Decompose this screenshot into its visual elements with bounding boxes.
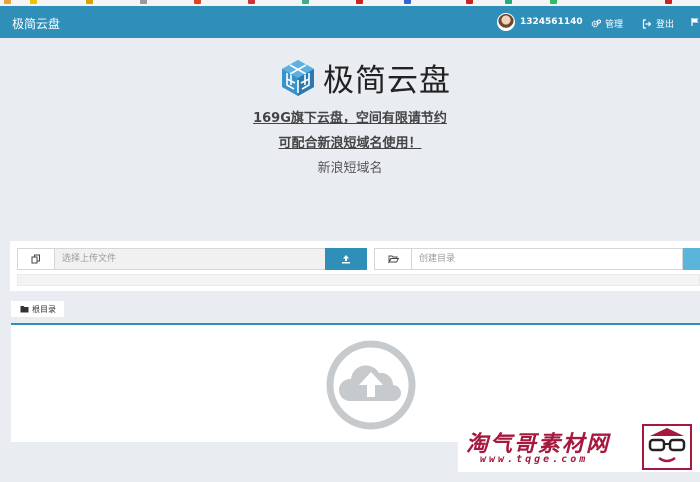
username: 1324561140 <box>520 17 583 27</box>
cloud-upload-icon <box>326 340 416 430</box>
logout-link[interactable]: 登出 <box>642 17 674 30</box>
bookmark-item[interactable] <box>194 0 201 5</box>
bookmark-item[interactable] <box>466 0 473 5</box>
manage-label: 管理 <box>605 20 624 30</box>
tagline-link-2[interactable]: 可配合新浪短域名使用！ <box>0 132 700 151</box>
manage-link[interactable]: 管理 <box>591 17 623 30</box>
create-dir-button[interactable] <box>683 248 700 270</box>
bookmark-item[interactable] <box>356 0 363 5</box>
folder-open-icon <box>387 255 399 264</box>
copy-icon <box>31 254 40 264</box>
bookmark-item[interactable] <box>86 0 93 5</box>
breadcrumb-root-label: 根目录 <box>32 304 56 314</box>
bookmark-item[interactable] <box>550 0 557 5</box>
user-menu[interactable]: 1324561140 <box>497 13 583 31</box>
mascot-icon <box>642 424 692 470</box>
bookmark-item[interactable] <box>140 0 147 5</box>
upload-panel: 选择上传文件 创建目录 <box>10 241 700 291</box>
sign-out-icon <box>642 18 652 29</box>
file-select-addon[interactable] <box>17 248 55 270</box>
cube-logo-icon <box>282 59 314 96</box>
upload-progress <box>17 274 700 286</box>
app-title: 极简云盘 <box>323 63 451 99</box>
logout-label: 登出 <box>656 20 675 30</box>
avatar <box>497 13 515 31</box>
tagline-link-1[interactable]: 169G旗下云盘，空间有限请节约 <box>0 107 700 126</box>
watermark: 淘气哥素材网 www.tqge.com <box>458 422 700 472</box>
logo: 极简云盘 <box>278 55 451 100</box>
folder-icon <box>20 306 29 313</box>
upload-button[interactable] <box>325 248 367 270</box>
bookmark-item[interactable] <box>505 0 512 5</box>
file-input[interactable]: 选择上传文件 <box>55 248 326 270</box>
gears-icon <box>591 19 601 27</box>
upload-icon <box>342 255 350 264</box>
watermark-url: www.tqge.com <box>480 454 589 465</box>
brand-link[interactable]: 极简云盘 <box>12 15 60 32</box>
bookmark-item[interactable] <box>4 0 11 5</box>
bookmark-item[interactable] <box>665 0 672 5</box>
bookmark-item[interactable] <box>30 0 37 5</box>
folder-addon[interactable] <box>374 248 412 270</box>
create-dir-input[interactable]: 创建目录 <box>412 248 683 270</box>
bookmark-item[interactable] <box>248 0 255 5</box>
bookmark-item[interactable] <box>302 0 309 5</box>
bookmark-item[interactable] <box>404 0 411 5</box>
top-navbar: 极简云盘 1324561140 管理 登出 <box>0 6 700 38</box>
flag-icon <box>691 18 699 26</box>
breadcrumb-root[interactable]: 根目录 <box>11 301 64 317</box>
flag-link[interactable] <box>691 17 700 27</box>
tagline-text: 新浪短域名 <box>317 161 383 176</box>
